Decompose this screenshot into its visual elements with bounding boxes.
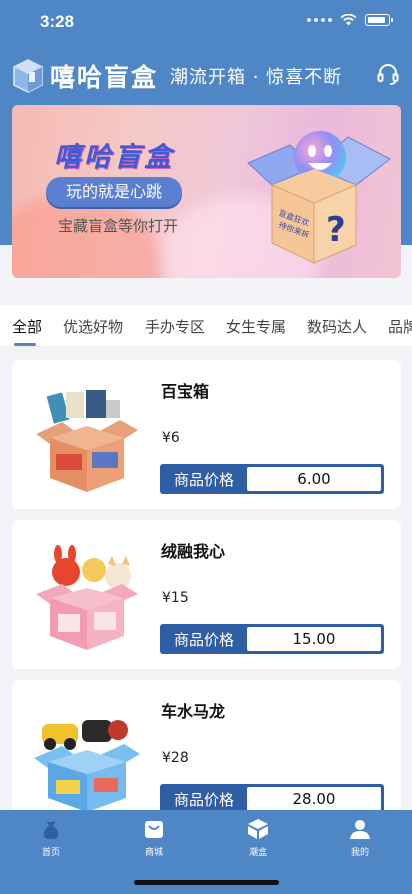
nav-box[interactable]: 潮盒 [228, 818, 288, 858]
price-field-value: 15.00 [247, 627, 381, 651]
product-card[interactable]: 百宝箱 ¥6 商品价格 6.00 [12, 360, 401, 509]
banner-pill: 玩的就是心跳 [46, 177, 182, 207]
tab-girls[interactable]: 女生专属 [226, 316, 286, 337]
status-icons [307, 14, 393, 26]
product-price: ¥6 [162, 430, 180, 446]
nav-profile[interactable]: 我的 [330, 818, 390, 858]
nav-home[interactable]: 首页 [21, 818, 81, 858]
app-name: 嘻哈盲盒 [50, 63, 159, 92]
headset-icon[interactable] [376, 62, 400, 86]
product-name: 绒融我心 [161, 542, 226, 561]
price-field-label: 商品价格 [173, 470, 234, 489]
shop-icon [145, 821, 163, 838]
product-price: ¥28 [162, 750, 189, 766]
battery-icon [365, 14, 393, 26]
logo-cube-icon [13, 59, 43, 93]
nav-label: 商城 [144, 848, 163, 858]
box-question-mark: ? [326, 210, 346, 250]
nav-label: 潮盒 [248, 848, 267, 858]
status-time: 3:28 [40, 12, 75, 31]
active-tab-indicator [14, 343, 36, 346]
home-indicator [134, 880, 279, 885]
price-field: 商品价格 15.00 [160, 624, 384, 654]
product-name: 车水马龙 [161, 702, 226, 721]
banner-title: 嘻哈盲盒 [54, 142, 174, 173]
tab-brand[interactable]: 品牌 [388, 316, 412, 337]
tab-digital[interactable]: 数码达人 [307, 316, 367, 337]
box-icon [248, 819, 268, 839]
mystery-box-illustration: 盲盒狂欢 待你来拆 ? [247, 131, 391, 264]
nav-shop[interactable]: 商城 [124, 818, 184, 858]
app-slogan: 潮流开箱 · 惊喜不断 [170, 67, 343, 88]
price-field-value: 28.00 [247, 787, 381, 811]
banner-decoration [12, 195, 162, 278]
price-field-label: 商品价格 [173, 790, 234, 809]
product-price: ¥15 [162, 590, 189, 606]
tab-selected-goods[interactable]: 优选好物 [63, 316, 123, 337]
home-icon [43, 821, 59, 839]
tab-figures[interactable]: 手办专区 [145, 316, 205, 337]
profile-icon [350, 820, 370, 839]
wifi-icon [340, 14, 357, 26]
cellular-dots-icon [307, 18, 332, 22]
product-name: 百宝箱 [161, 382, 210, 401]
status-bar: 3:28 [0, 0, 412, 44]
price-field-label: 商品价格 [173, 630, 234, 649]
nav-label: 我的 [350, 848, 369, 858]
treasure-box-image [36, 390, 138, 492]
nav-label: 首页 [41, 848, 60, 858]
tab-all[interactable]: 全部 [12, 316, 42, 337]
promo-banner[interactable]: 嘻哈盲盒 玩的就是心跳 宝藏盲盒等你打开 盲盒狂欢 待你来拆 ? [12, 105, 401, 278]
car-box-image [34, 720, 140, 812]
product-card[interactable]: 绒融我心 ¥15 商品价格 15.00 [12, 520, 401, 669]
app-header: 嘻哈盲盒 潮流开箱 · 惊喜不断 [12, 56, 402, 96]
plush-box-image [36, 545, 138, 650]
price-field: 商品价格 6.00 [160, 464, 384, 494]
banner-subtitle: 宝藏盲盒等你打开 [58, 217, 179, 235]
category-tabs: 全部 优选好物 手办专区 女生专属 数码达人 品牌 [0, 305, 412, 347]
price-field-value: 6.00 [247, 467, 381, 491]
product-card[interactable]: 车水马龙 ¥28 商品价格 28.00 [12, 680, 401, 829]
